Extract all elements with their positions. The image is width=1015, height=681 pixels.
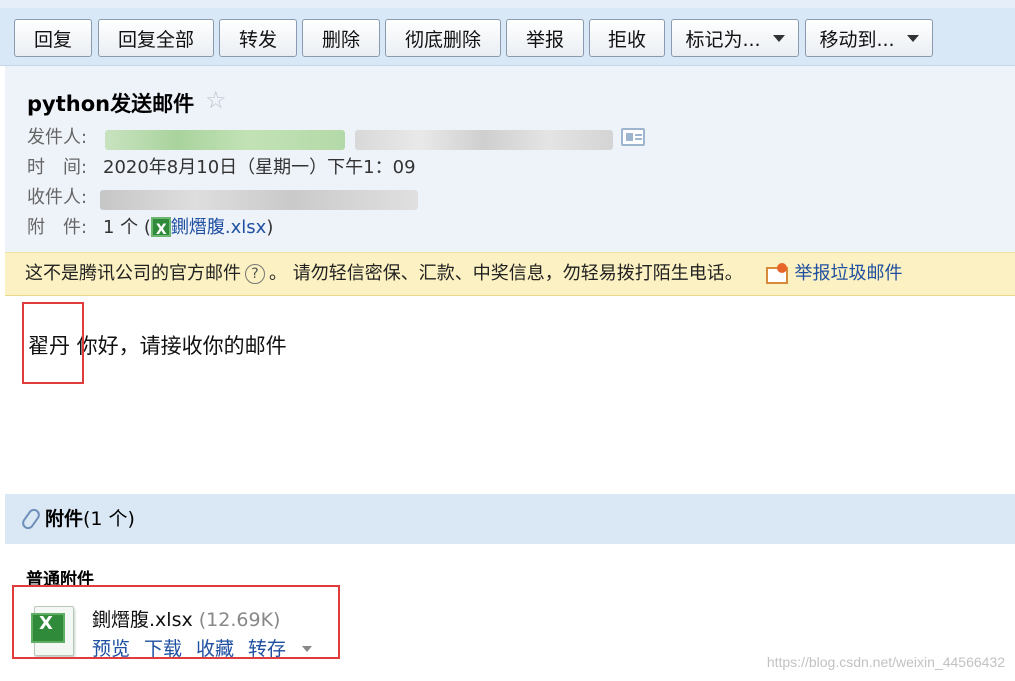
report-button[interactable]: 举报 bbox=[506, 19, 584, 57]
attachment-close-paren: ) bbox=[266, 217, 274, 238]
highlight-box-name bbox=[22, 302, 84, 384]
body-message: 你好，请接收你的邮件 bbox=[70, 334, 287, 358]
sender-address-blurred bbox=[355, 130, 613, 150]
reject-button[interactable]: 拒收 bbox=[589, 19, 665, 57]
recipient-row: 收件人: bbox=[27, 186, 103, 210]
attachments-count: (1 个) bbox=[83, 508, 135, 530]
delete-button[interactable]: 删除 bbox=[302, 19, 380, 57]
mark-as-dropdown[interactable]: 标记为... bbox=[671, 19, 799, 57]
help-icon[interactable]: ? bbox=[245, 264, 265, 284]
chevron-down-icon bbox=[906, 34, 919, 42]
mail-subject: python发送邮件 bbox=[27, 92, 195, 116]
contact-card-icon[interactable] bbox=[621, 128, 645, 146]
recipient-blurred bbox=[100, 190, 418, 210]
attachment-row: 附 件: 1 个 ( 鍘熸腹.xlsx) bbox=[27, 216, 274, 242]
warning-text-caution: 。 请勿轻信密保、汇款、中奖信息，勿轻易拨打陌生电话。 bbox=[269, 263, 743, 284]
star-icon[interactable]: ☆ bbox=[205, 88, 227, 112]
report-spam-label: 举报垃圾邮件 bbox=[794, 263, 903, 284]
watermark-text: https://blog.csdn.net/weixin_44566432 bbox=[766, 654, 1005, 670]
excel-file-icon bbox=[150, 217, 171, 242]
attachments-header: 附件(1 个) bbox=[5, 494, 1015, 544]
time-row: 时 间: 2020年8月10日（星期一）下午1：09 bbox=[27, 156, 416, 180]
sender-name-blurred bbox=[105, 130, 345, 150]
reply-all-button[interactable]: 回复全部 bbox=[98, 19, 214, 57]
attachments-title: 附件 bbox=[45, 508, 84, 530]
paperclip-icon bbox=[21, 508, 39, 528]
warning-text-official: 这不是腾讯公司的官方邮件 bbox=[25, 263, 241, 284]
security-warning-bar: 这不是腾讯公司的官方邮件?。 请勿轻信密保、汇款、中奖信息，勿轻易拨打陌生电话。… bbox=[5, 252, 1015, 296]
attachment-count: 1 个 ( bbox=[103, 217, 151, 238]
chevron-down-icon bbox=[772, 34, 785, 42]
highlight-box-attachment bbox=[12, 585, 340, 659]
sender-row: 发件人: bbox=[27, 126, 103, 150]
time-label: 时 间: bbox=[27, 157, 88, 178]
attachment-label: 附 件: bbox=[27, 217, 88, 238]
reply-button[interactable]: 回复 bbox=[14, 19, 92, 57]
move-to-label: 移动到... bbox=[819, 28, 895, 51]
mark-as-label: 标记为... bbox=[685, 28, 761, 51]
mail-header: python发送邮件 ☆ 发件人: 时 间: 2020年8月10日（星期一）下午1… bbox=[5, 66, 1015, 252]
move-to-dropdown[interactable]: 移动到... bbox=[805, 19, 933, 57]
report-spam-link[interactable]: 举报垃圾邮件 bbox=[766, 263, 902, 284]
recipient-label: 收件人: bbox=[27, 187, 88, 208]
time-value: 2020年8月10日（星期一）下午1：09 bbox=[103, 157, 416, 178]
report-spam-icon bbox=[766, 263, 789, 284]
attachment-link[interactable]: 鍘熸腹.xlsx bbox=[171, 217, 266, 238]
toolbar-top-strip bbox=[0, 0, 1015, 8]
sender-label: 发件人: bbox=[27, 127, 88, 148]
mail-toolbar: 回复 回复全部 转发 删除 彻底删除 举报 拒收 标记为... 移动到... bbox=[0, 0, 1015, 66]
forward-button[interactable]: 转发 bbox=[219, 19, 297, 57]
permanent-delete-button[interactable]: 彻底删除 bbox=[385, 19, 501, 57]
